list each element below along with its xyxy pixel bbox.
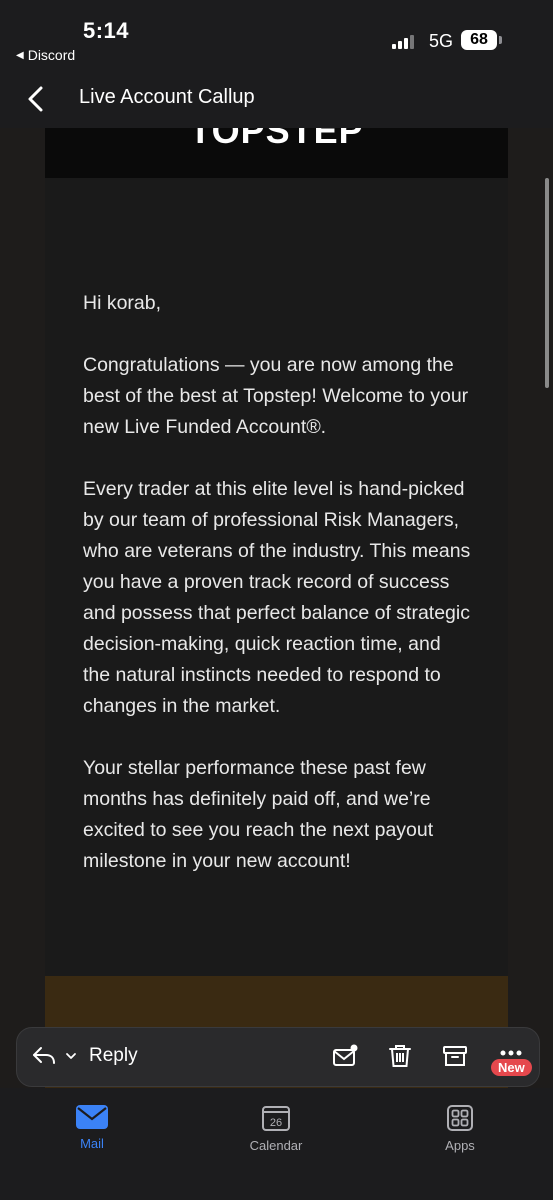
- tab-label: Calendar: [249, 1138, 303, 1153]
- email-card: TOPSTEP Hi korab, Congratulations — you …: [45, 128, 508, 1088]
- email-body: Hi korab, Congratulations — you are now …: [83, 288, 473, 908]
- new-badge: New: [491, 1059, 532, 1076]
- scrollbar[interactable]: [545, 178, 549, 388]
- calendar-icon: 26: [262, 1106, 290, 1131]
- tab-calendar[interactable]: 26 Calendar: [216, 1104, 336, 1153]
- greeting: Hi korab,: [83, 292, 162, 314]
- brand-logo: TOPSTEP: [189, 128, 364, 151]
- reply-icon[interactable]: [31, 1043, 57, 1069]
- network-type: 5G: [429, 31, 454, 51]
- mail-icon: [76, 1105, 108, 1129]
- chevron-left-icon: [28, 86, 43, 112]
- back-app-label: Discord: [27, 47, 76, 63]
- apps-icon: [447, 1105, 473, 1131]
- paragraph: Congratulations — you are now among the …: [83, 354, 469, 438]
- status-time: 5:14: [83, 18, 130, 43]
- back-triangle-icon: ◀: [16, 49, 24, 61]
- chevron-down-icon[interactable]: [65, 1050, 77, 1062]
- email-content-area[interactable]: TOPSTEP Hi korab, Congratulations — you …: [0, 128, 553, 1088]
- back-to-app-link[interactable]: ◀ Discord: [16, 47, 75, 63]
- calendar-day: 26: [270, 1117, 282, 1129]
- battery-level: 68: [470, 31, 488, 48]
- page-title: Live Account Callup: [79, 86, 255, 108]
- reply-button[interactable]: Reply: [89, 1045, 138, 1067]
- tab-label: Mail: [80, 1136, 104, 1151]
- paragraph: Your stellar performance these past few …: [83, 757, 434, 872]
- archive-icon[interactable]: [441, 1042, 469, 1070]
- message-header: Live Account Callup: [0, 72, 553, 128]
- logo-banner: TOPSTEP: [45, 128, 508, 178]
- signal-icon: [392, 33, 418, 49]
- back-button[interactable]: [24, 82, 48, 116]
- battery-icon: 68: [461, 30, 497, 50]
- status-bar: 5:14 ◀ Discord 5G 68: [0, 0, 553, 72]
- message-action-bar: Reply New: [16, 1027, 540, 1087]
- paragraph: Every trader at this elite level is hand…: [83, 478, 471, 717]
- tab-mail[interactable]: Mail: [32, 1104, 152, 1151]
- battery-tip: [499, 36, 502, 44]
- trash-icon[interactable]: [386, 1042, 414, 1070]
- tab-apps[interactable]: Apps: [400, 1104, 520, 1153]
- bottom-tab-bar: Mail 26 Calendar Apps: [0, 1088, 553, 1200]
- mark-unread-icon[interactable]: [331, 1042, 359, 1070]
- tab-label: Apps: [445, 1138, 475, 1153]
